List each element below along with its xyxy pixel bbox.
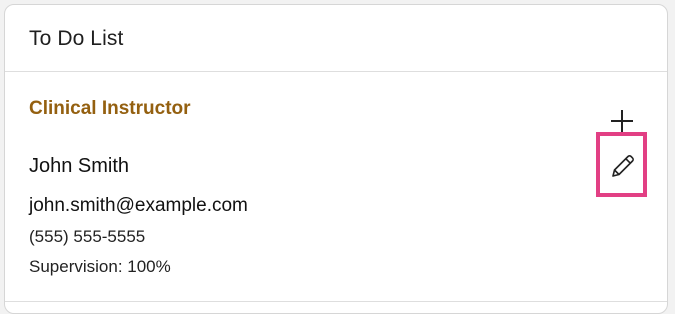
contact-email: john.smith@example.com [29,195,248,216]
card-title: To Do List [29,27,124,50]
add-button[interactable] [609,108,635,134]
contact-supervision: Supervision: 100% [29,257,171,276]
clinical-instructor-heading: Clinical Instructor [29,98,191,119]
edit-button[interactable] [596,132,647,197]
contact-phone: (555) 555-5555 [29,227,146,246]
pencil-icon [612,155,634,177]
todo-card: To Do List Clinical Instructor John Smit… [4,4,668,314]
card-header: To Do List [5,5,667,72]
contact-name: John Smith [29,155,130,177]
plus-icon [611,110,633,132]
bottom-divider [5,301,667,302]
